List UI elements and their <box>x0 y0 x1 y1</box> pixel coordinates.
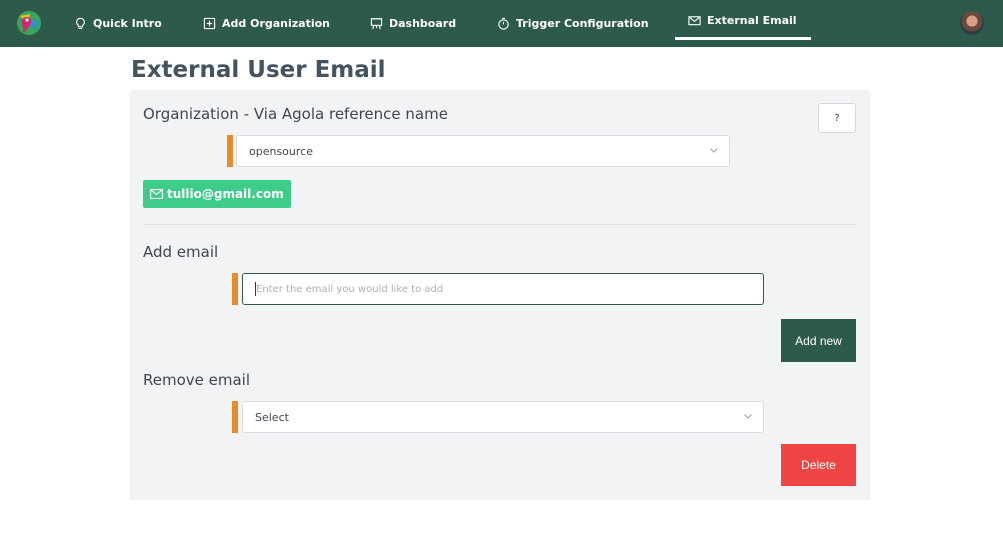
stopwatch-icon <box>498 17 509 30</box>
app-logo[interactable] <box>16 10 42 36</box>
remove-email-select-value: Select <box>255 410 289 424</box>
email-settings-panel: Organization - Via Agola reference name … <box>130 90 870 500</box>
nav-trigger-configuration[interactable]: Trigger Configuration <box>497 0 649 47</box>
add-email-input[interactable] <box>242 273 764 305</box>
email-badge-text: tullio@gmail.com <box>167 187 284 201</box>
organization-select-value: opensource <box>249 144 313 158</box>
chevron-down-icon <box>710 148 718 153</box>
nav-label: Dashboard <box>389 17 457 30</box>
organization-select[interactable]: opensource <box>236 135 730 167</box>
nav-label: Trigger Configuration <box>516 17 649 30</box>
add-new-button[interactable]: Add new <box>781 319 856 362</box>
remove-email-select[interactable]: Select <box>242 401 764 433</box>
chevron-down-icon <box>744 414 752 419</box>
presentation-board-icon <box>370 18 383 30</box>
nav-dashboard[interactable]: Dashboard <box>370 0 456 47</box>
required-indicator <box>232 401 238 433</box>
delete-button[interactable]: Delete <box>781 444 856 486</box>
remove-email-label: Remove email <box>143 371 251 389</box>
nav-quick-intro[interactable]: Quick Intro <box>74 0 162 47</box>
lightbulb-icon <box>76 17 85 29</box>
nav-add-organization[interactable]: Add Organization <box>203 0 330 47</box>
text-caret <box>255 282 256 296</box>
top-navbar: Quick Intro Add Organization Dashboard T… <box>0 0 1003 47</box>
page-title: External User Email <box>131 57 386 83</box>
user-avatar[interactable] <box>960 11 984 35</box>
organization-label: Organization - Via Agola reference name <box>143 105 448 123</box>
active-tab-indicator <box>675 37 811 40</box>
email-badge[interactable]: tullio@gmail.com <box>143 180 291 208</box>
nav-label: Add Organization <box>222 17 331 30</box>
help-button[interactable]: ? <box>818 103 856 133</box>
envelope-icon <box>688 16 701 26</box>
nav-label: External Email <box>707 14 797 27</box>
required-indicator <box>232 273 238 305</box>
nav-label: Quick Intro <box>93 17 162 30</box>
add-email-label: Add email <box>143 243 219 261</box>
plus-square-icon <box>203 17 216 30</box>
envelope-icon <box>150 189 163 199</box>
section-divider <box>143 224 857 225</box>
required-indicator <box>227 135 233 167</box>
